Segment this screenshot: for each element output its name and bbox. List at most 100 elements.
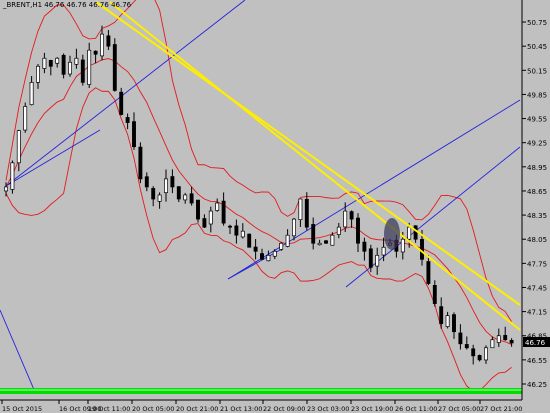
candle-body — [106, 35, 111, 47]
price-tick-label: 48.35 — [527, 212, 547, 220]
candle-body — [189, 193, 194, 204]
candle-body — [208, 210, 213, 225]
candle-body — [48, 59, 53, 67]
candle-body — [36, 65, 40, 83]
price-tick-label: 47.75 — [527, 260, 547, 268]
candle-body — [100, 33, 104, 57]
candle-body — [292, 218, 296, 237]
candle-body — [368, 248, 373, 268]
candle-body — [42, 57, 47, 69]
candle-body — [375, 254, 380, 267]
candle-body — [215, 202, 220, 211]
candle-body — [272, 250, 277, 257]
candle-body — [253, 246, 258, 252]
candle-body — [74, 57, 79, 65]
candle-body — [285, 234, 290, 247]
indicator-bar — [0, 388, 522, 394]
candle-body — [496, 335, 501, 343]
candle-body — [317, 242, 322, 246]
price-tick-label: 47.45 — [527, 284, 547, 292]
candle-body — [509, 340, 514, 344]
time-tick-label: 22 Oct 09:00 — [263, 405, 305, 413]
candle-body — [362, 241, 367, 252]
candle-body — [471, 348, 476, 357]
candle-body — [221, 200, 226, 224]
candle-body — [343, 210, 348, 228]
candle-body — [452, 314, 456, 333]
candle-body — [311, 224, 316, 244]
candle-body — [144, 176, 149, 188]
candle-body — [112, 44, 117, 91]
time-tick-label: 23 Oct 03:00 — [307, 405, 349, 413]
price-chart[interactable]: 50.75 50.45 50.15 49.85 49.55 49.25 48.95 48.65… — [0, 0, 550, 413]
candle-body — [426, 261, 431, 284]
candle-body — [279, 242, 284, 250]
candle-body — [400, 238, 405, 253]
candle-body — [80, 59, 85, 83]
price-tick-label: 49.25 — [527, 140, 547, 148]
candle-body — [202, 218, 207, 228]
candle-body — [170, 176, 175, 188]
candle-body — [125, 117, 130, 123]
current-price-text: 46.76 — [525, 339, 546, 347]
candle-body — [68, 61, 72, 75]
time-tick-label: 20 Oct 21:00 — [176, 405, 218, 413]
candle-body — [484, 347, 488, 361]
candle-body — [61, 54, 66, 75]
candle-body — [157, 194, 162, 202]
candle-body — [55, 57, 60, 64]
time-tick-label: 21 Oct 13:00 — [220, 405, 262, 413]
candle-body — [503, 335, 508, 341]
time-tick-label: 15 Oct 2015 — [2, 405, 42, 413]
time-tick-label: 19 Oct 11:00 — [88, 405, 130, 413]
price-tick-label: 48.65 — [527, 188, 547, 196]
candle-body — [228, 225, 232, 228]
price-tick-label: 50.15 — [527, 67, 547, 75]
candle-body — [413, 225, 418, 240]
candle-body — [260, 253, 264, 260]
time-tick-label: 27 Oct 21:00 — [480, 405, 522, 413]
candle-body — [16, 130, 21, 164]
candle-body — [183, 194, 188, 201]
time-tick-label: 23 Oct 19:00 — [351, 405, 393, 413]
candle-body — [4, 186, 8, 192]
candle-body — [196, 199, 200, 220]
candle-body — [330, 234, 335, 246]
candle-body — [93, 50, 98, 55]
candle-body — [304, 198, 309, 228]
time-tick-label: 26 Oct 11:00 — [395, 405, 437, 413]
chart-title: _BRENT,H1 46.76 46.76 46.76 46.76 — [3, 1, 132, 9]
price-tick-label: 46.25 — [527, 381, 547, 389]
candle-body — [445, 315, 450, 328]
price-tick-label: 46.55 — [527, 357, 547, 365]
candle-body — [490, 339, 495, 349]
candle-body — [381, 246, 386, 256]
price-axis — [522, 0, 550, 413]
candle-body — [234, 225, 239, 236]
candle-body — [464, 344, 469, 349]
candle-body — [138, 146, 143, 180]
candle-body — [439, 306, 444, 325]
price-tick-label: 47.15 — [527, 309, 547, 317]
candle-body — [29, 82, 34, 106]
time-tick-label: 27 Oct 05:00 — [438, 405, 480, 413]
candle-body — [151, 188, 156, 200]
time-tick-label: 20 Oct 05:00 — [132, 405, 174, 413]
price-tick-label: 49.55 — [527, 116, 547, 124]
candle-body — [477, 355, 482, 361]
candle-body — [87, 49, 92, 85]
price-tick-label: 48.05 — [527, 236, 547, 244]
candle-body — [420, 239, 424, 260]
price-tick-label: 49.85 — [527, 91, 547, 99]
candle-body — [10, 162, 15, 190]
candle-body — [298, 198, 303, 221]
candle-body — [240, 230, 245, 238]
price-tick-label: 48.95 — [527, 164, 547, 172]
price-tick-label: 50.75 — [527, 19, 547, 27]
candle-body — [266, 254, 271, 262]
candle-body — [356, 217, 360, 244]
candle-body — [324, 240, 328, 244]
candle-body — [132, 121, 136, 148]
highlight-marker — [384, 218, 400, 250]
candle-body — [119, 91, 124, 115]
